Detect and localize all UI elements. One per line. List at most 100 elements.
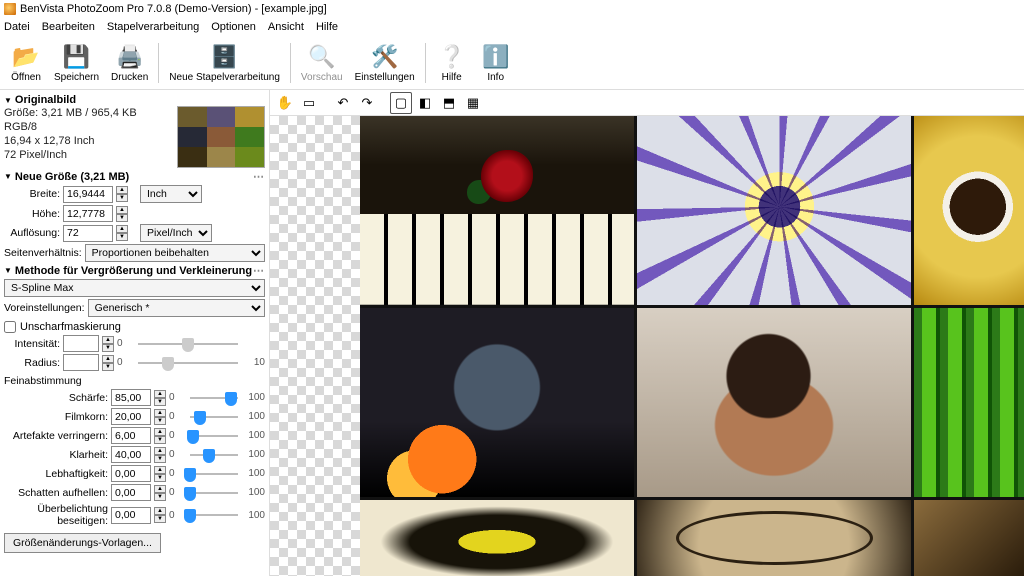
undo-button[interactable]: ↶ xyxy=(332,92,354,114)
fine-spinner[interactable]: ▲▼ xyxy=(154,390,166,406)
settings-button[interactable]: 🛠️Einstellungen xyxy=(349,41,421,85)
fine-spinner[interactable]: ▲▼ xyxy=(154,409,166,425)
intensity-spinner[interactable]: ▲▼ xyxy=(102,336,114,352)
fine-input-3[interactable] xyxy=(111,446,151,463)
menu-hilfe[interactable]: Hilfe xyxy=(316,21,338,33)
original-info: Größe: 3,21 MB / 965,4 KB RGB/8 16,94 x … xyxy=(4,106,171,168)
menu-ansicht[interactable]: Ansicht xyxy=(268,21,304,33)
height-spinner[interactable]: ▲▼ xyxy=(116,206,128,222)
fine-input-5[interactable] xyxy=(111,484,151,501)
aspect-label: Seitenverhältnis: xyxy=(4,247,82,259)
radius-spinner[interactable]: ▲▼ xyxy=(102,355,114,371)
unsharp-mask-checkbox[interactable] xyxy=(4,321,16,333)
fine-slider-0[interactable] xyxy=(190,390,238,406)
fine-label: Klarheit: xyxy=(4,449,108,461)
preset-select[interactable]: Generisch * xyxy=(88,299,265,317)
toolbar-separator xyxy=(425,43,426,83)
unsharp-mask-label: Unscharfmaskierung xyxy=(20,321,121,333)
fine-label: Filmkorn: xyxy=(4,411,108,423)
radius-input[interactable] xyxy=(63,354,99,371)
intensity-slider[interactable] xyxy=(138,336,238,352)
fine-input-2[interactable] xyxy=(111,427,151,444)
fine-slider-3[interactable] xyxy=(190,447,238,463)
image-tile xyxy=(914,308,1024,497)
width-input[interactable] xyxy=(63,186,113,203)
view-split-h[interactable]: ◧ xyxy=(414,92,436,114)
fine-input-0[interactable] xyxy=(111,389,151,406)
height-label: Höhe: xyxy=(4,208,60,220)
view-split-v[interactable]: ⬒ xyxy=(438,92,460,114)
section-originalbild[interactable]: Originalbild xyxy=(4,94,265,106)
info-icon: ℹ️ xyxy=(482,43,510,71)
fine-input-6[interactable] xyxy=(111,507,151,524)
open-button[interactable]: 📂Öffnen xyxy=(4,41,48,85)
info-button[interactable]: ℹ️Info xyxy=(474,41,518,85)
intensity-label: Intensität: xyxy=(4,338,60,350)
fine-spinner[interactable]: ▲▼ xyxy=(154,507,166,523)
view-split-quad[interactable]: ▦ xyxy=(462,92,484,114)
section-neue-groesse[interactable]: Neue Größe (3,21 MB) ⋯ xyxy=(4,170,265,183)
intensity-input[interactable] xyxy=(63,335,99,352)
main-toolbar: 📂Öffnen 💾Speichern 🖨️Drucken 🗄️Neue Stap… xyxy=(0,36,1024,90)
image-tile xyxy=(360,500,634,576)
image-tile xyxy=(914,500,1024,576)
marquee-tool[interactable]: ▭ xyxy=(298,92,320,114)
fine-spinner[interactable]: ▲▼ xyxy=(154,466,166,482)
fine-input-1[interactable] xyxy=(111,408,151,425)
section-menu-icon[interactable]: ⋯ xyxy=(253,264,265,277)
width-label: Breite: xyxy=(4,188,60,200)
menu-optionen[interactable]: Optionen xyxy=(211,21,256,33)
fine-spinner[interactable]: ▲▼ xyxy=(154,447,166,463)
hand-tool[interactable]: ✋ xyxy=(274,92,296,114)
toolbar-separator xyxy=(158,43,159,83)
aspect-select[interactable]: Proportionen beibehalten xyxy=(85,244,265,262)
fine-label: Schatten aufhellen: xyxy=(4,487,108,499)
original-thumbnail[interactable] xyxy=(177,106,265,168)
fine-label: Lebhaftigkeit: xyxy=(4,468,108,480)
view-toolbar: ✋ ▭ ↶ ↷ ▢ ◧ ⬒ ▦ xyxy=(270,90,1024,116)
fine-input-4[interactable] xyxy=(111,465,151,482)
save-icon: 💾 xyxy=(63,43,91,71)
resolution-unit-select[interactable]: Pixel/Inch xyxy=(140,224,212,242)
canvas-area: ✋ ▭ ↶ ↷ ▢ ◧ ⬒ ▦ xyxy=(270,90,1024,576)
height-input[interactable] xyxy=(63,205,113,222)
fine-slider-2[interactable] xyxy=(190,428,238,444)
view-single[interactable]: ▢ xyxy=(390,92,412,114)
fine-slider-5[interactable] xyxy=(190,485,238,501)
image-tile xyxy=(637,308,911,497)
fine-label: Artefakte verringern: xyxy=(4,430,108,442)
save-button[interactable]: 💾Speichern xyxy=(48,41,105,85)
width-spinner[interactable]: ▲▼ xyxy=(116,186,128,202)
fine-slider-6[interactable] xyxy=(190,507,238,523)
radius-slider[interactable] xyxy=(138,355,238,371)
menu-stapelverarbeitung[interactable]: Stapelverarbeitung xyxy=(107,21,199,33)
menu-datei[interactable]: Datei xyxy=(4,21,30,33)
method-select[interactable]: S-Spline Max xyxy=(4,279,265,297)
print-button[interactable]: 🖨️Drucken xyxy=(105,41,154,85)
fine-spinner[interactable]: ▲▼ xyxy=(154,485,166,501)
menu-bearbeiten[interactable]: Bearbeiten xyxy=(42,21,95,33)
settings-icon: 🛠️ xyxy=(371,43,399,71)
presets-label: Voreinstellungen: xyxy=(4,302,85,314)
redo-button[interactable]: ↷ xyxy=(356,92,378,114)
fine-spinner[interactable]: ▲▼ xyxy=(154,428,166,444)
fine-slider-4[interactable] xyxy=(190,466,238,482)
folder-icon: 📂 xyxy=(12,43,40,71)
resize-templates-button[interactable]: Größenänderungs-Vorlagen... xyxy=(4,533,161,553)
example-image xyxy=(360,116,1024,576)
menubar: Datei Bearbeiten Stapelverarbeitung Opti… xyxy=(0,18,1024,36)
resolution-input[interactable] xyxy=(63,225,113,242)
batch-button[interactable]: 🗄️Neue Stapelverarbeitung xyxy=(163,41,286,85)
help-button[interactable]: ❔Hilfe xyxy=(430,41,474,85)
preview-button: 🔍Vorschau xyxy=(295,41,349,85)
resolution-spinner[interactable]: ▲▼ xyxy=(116,225,128,241)
help-icon: ❔ xyxy=(438,43,466,71)
fine-slider-1[interactable] xyxy=(190,409,238,425)
size-unit-select[interactable]: Inch xyxy=(140,185,202,203)
image-viewport[interactable] xyxy=(270,116,1024,576)
section-menu-icon[interactable]: ⋯ xyxy=(253,170,265,183)
section-methode[interactable]: Methode für Vergrößerung und Verkleineru… xyxy=(4,264,265,277)
print-icon: 🖨️ xyxy=(116,43,144,71)
image-tile xyxy=(360,308,634,497)
resolution-label: Auflösung: xyxy=(4,227,60,239)
